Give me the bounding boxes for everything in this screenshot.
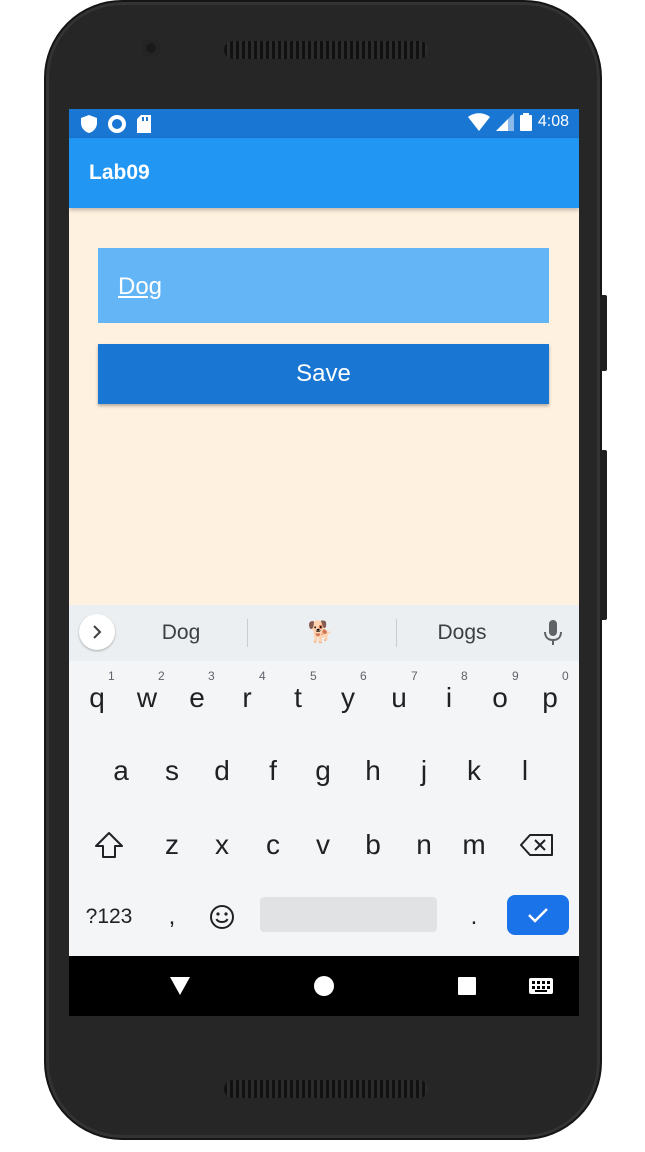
key-n[interactable]: n: [399, 815, 449, 875]
key-hint-2: 2: [158, 669, 165, 683]
key-c[interactable]: c: [248, 815, 298, 875]
backspace-icon: [520, 834, 553, 856]
text-entry[interactable]: Dog: [98, 248, 549, 323]
status-bar: 4:08: [69, 109, 579, 138]
key-m[interactable]: m: [449, 815, 499, 875]
comma-key[interactable]: ,: [147, 887, 197, 947]
volume-button: [600, 450, 607, 620]
key-hint-8: 8: [461, 669, 468, 683]
navigation-bar: [69, 956, 579, 1016]
shift-icon: [95, 832, 123, 858]
key-z[interactable]: z: [147, 815, 197, 875]
enter-key[interactable]: [507, 895, 569, 935]
circle-status-icon: [108, 115, 126, 133]
home-icon[interactable]: [313, 975, 335, 997]
wifi-icon: [467, 113, 490, 131]
shield-icon: [81, 115, 97, 133]
key-a[interactable]: a: [96, 741, 146, 801]
symbols-key[interactable]: ?123: [79, 887, 139, 947]
sd-card-icon: [137, 115, 151, 133]
front-camera: [142, 39, 160, 57]
suggestion-3[interactable]: Dogs: [412, 621, 512, 645]
key-g[interactable]: g: [298, 741, 348, 801]
key-k[interactable]: k: [449, 741, 499, 801]
key-x[interactable]: x: [197, 815, 247, 875]
key-hint-5: 5: [310, 669, 317, 683]
key-hint-4: 4: [259, 669, 266, 683]
key-b[interactable]: b: [348, 815, 398, 875]
text-entry-value: Dog: [118, 273, 163, 300]
key-hint-7: 7: [411, 669, 418, 683]
key-hint-1: 1: [108, 669, 115, 683]
key-l[interactable]: l: [500, 741, 550, 801]
key-h[interactable]: h: [348, 741, 398, 801]
app-bar: Lab09: [69, 138, 579, 208]
recents-icon[interactable]: [458, 977, 476, 995]
save-button[interactable]: Save: [98, 344, 549, 404]
key-hint-0: 0: [562, 669, 569, 683]
microphone-icon[interactable]: [544, 620, 562, 646]
suggestion-divider: [396, 619, 397, 647]
back-icon[interactable]: [169, 976, 191, 996]
key-v[interactable]: v: [298, 815, 348, 875]
key-hint-3: 3: [208, 669, 215, 683]
emoji-icon: [210, 905, 234, 929]
shift-key[interactable]: [84, 815, 134, 875]
clock: 4:08: [537, 113, 569, 130]
expand-toolbar-button[interactable]: [79, 614, 115, 650]
checkmark-icon: [528, 908, 548, 923]
battery-icon: [519, 113, 532, 131]
space-bar[interactable]: [260, 897, 437, 932]
key-hint-9: 9: [512, 669, 519, 683]
power-button: [600, 295, 607, 371]
top-speaker: [224, 41, 428, 59]
soft-keyboard: Dog 🐕 Dogs q w e r t y u i o p 1 2 3 4 5…: [69, 605, 579, 956]
backspace-key[interactable]: [512, 815, 562, 875]
suggestion-divider: [247, 619, 248, 647]
key-d[interactable]: d: [197, 741, 247, 801]
suggestion-1[interactable]: Dog: [131, 621, 231, 645]
keyboard-switch-icon[interactable]: [529, 978, 553, 994]
emoji-key[interactable]: [197, 887, 247, 947]
screen: 4:08 Lab09 Dog Save Dog 🐕 Dogs q w e r t…: [69, 109, 579, 1016]
suggestion-strip: Dog 🐕 Dogs: [69, 605, 579, 661]
bottom-speaker: [224, 1080, 428, 1098]
cell-signal-icon: [495, 113, 514, 131]
key-f[interactable]: f: [248, 741, 298, 801]
key-j[interactable]: j: [399, 741, 449, 801]
period-key[interactable]: .: [449, 887, 499, 947]
suggestion-2[interactable]: 🐕: [271, 621, 371, 645]
chevron-right-icon: [93, 625, 102, 639]
page-title: Lab09: [89, 161, 150, 184]
key-hint-6: 6: [360, 669, 367, 683]
key-s[interactable]: s: [147, 741, 197, 801]
